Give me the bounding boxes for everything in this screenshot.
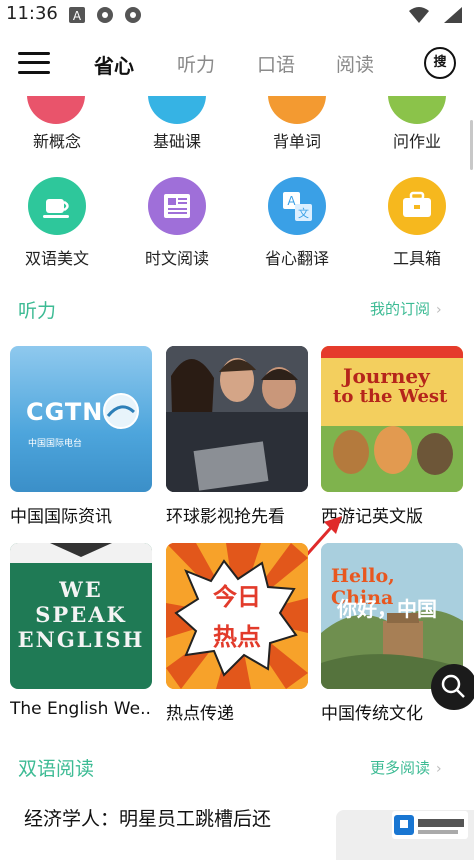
cover-line: ENGLISH <box>17 627 145 652</box>
cover-title-line1: Journey <box>343 364 430 388</box>
cover-line: 热点 <box>213 623 261 651</box>
grid-item-news-reading[interactable]: 时文阅读 <box>122 177 232 269</box>
grid-label: 省心翻译 <box>264 249 329 268</box>
my-subscriptions-link[interactable]: 我的订阅 › <box>370 298 442 319</box>
new-concept-icon <box>27 96 85 124</box>
vocabulary-icon <box>268 96 326 124</box>
translate-icon: A文 <box>268 177 326 235</box>
basic-course-icon <box>148 96 206 124</box>
tab-shengxin[interactable]: 省心 <box>94 50 134 79</box>
grid-item-basic-course[interactable]: 基础课 <box>122 128 232 152</box>
card-movies[interactable]: 环球影视抢先看 <box>166 346 308 527</box>
scrollbar[interactable] <box>470 120 473 170</box>
section-title-bilingual-reading: 双语阅读 <box>18 758 95 780</box>
my-subscriptions-label: 我的订阅 <box>370 300 431 318</box>
chevron-right-icon: › <box>436 761 442 777</box>
card-title: 中国国际资讯 <box>10 507 112 527</box>
cgtn-cover-image: CGTN 中国国际电台 <box>10 346 152 492</box>
svg-text:A: A <box>73 9 82 23</box>
toolbox-icon <box>388 177 446 235</box>
grid-label: 双语美文 <box>24 249 89 268</box>
menu-line <box>18 71 50 74</box>
tab-listening[interactable]: 听力 <box>177 50 215 77</box>
status-time: 11:36 <box>6 3 58 24</box>
cover-title-line2: to the West <box>333 386 448 407</box>
grid-item-toolbox[interactable]: 工具箱 <box>362 177 472 269</box>
card-cgtn[interactable]: CGTN 中国国际电台 中国国际资讯 <box>10 346 152 527</box>
status-bar: 11:36 A <box>0 0 474 30</box>
tab-reading[interactable]: 阅读 <box>336 50 374 77</box>
tab-speaking[interactable]: 口语 <box>257 50 295 77</box>
grid-row-top-clip <box>0 96 474 126</box>
cover-line: 今日 <box>213 583 261 611</box>
cover-title-line2: 你好，中国 <box>337 597 437 621</box>
grid-item-vocabulary[interactable]: 背单词 <box>242 128 352 152</box>
section-title-listening: 听力 <box>18 300 57 322</box>
more-reading-link[interactable]: 更多阅读 › <box>370 757 442 778</box>
card-title: 热点传递 <box>166 704 234 724</box>
notification-a-icon: A <box>68 6 86 24</box>
hot-topics-cover-image: 今日 热点 <box>166 543 308 689</box>
card-title: The English We... <box>10 699 152 719</box>
wifi-icon <box>408 6 430 28</box>
grid-label: 工具箱 <box>392 249 441 268</box>
cgtn-sub-text: 中国国际电台 <box>28 439 83 449</box>
menu-line <box>18 61 50 64</box>
card-we-speak-english[interactable]: WE SPEAK ENGLISH The English We... <box>10 543 152 719</box>
notification-globe-icon <box>96 6 114 24</box>
journey-west-cover-image: Journey to the West <box>321 346 463 492</box>
grid-item-homework[interactable]: 问作业 <box>362 128 472 152</box>
article-title[interactable]: 经济学人：明星员工跳槽后还 <box>24 804 271 831</box>
grid-label: 时文阅读 <box>144 249 209 268</box>
we-speak-english-cover-text: WE SPEAK ENGLISH <box>10 577 152 652</box>
card-journey-west[interactable]: Journey to the West 西游记英文版 <box>321 346 463 527</box>
svg-text:文: 文 <box>298 206 309 220</box>
search-button[interactable]: 搜 <box>424 47 456 79</box>
grid-item-translate[interactable]: A文 省心翻译 <box>242 177 352 269</box>
magnifier-icon <box>441 674 465 698</box>
grid-item-bilingual-prose[interactable]: 双语美文 <box>2 177 112 269</box>
coffee-cup-icon <box>28 177 86 235</box>
more-reading-label: 更多阅读 <box>370 759 431 777</box>
movie-poster-image <box>166 346 308 492</box>
homework-icon <box>388 96 446 124</box>
notification-globe-icon-2 <box>124 6 142 24</box>
cgtn-logo-text: CGTN <box>26 398 104 426</box>
hot-topics-cover-text: 今日 热点 <box>166 577 308 657</box>
newspaper-icon <box>148 177 206 235</box>
we-speak-english-cover-image: WE SPEAK ENGLISH <box>10 543 152 689</box>
battery-icon <box>442 6 464 28</box>
grid-item-new-concept[interactable]: 新概念 <box>2 128 112 152</box>
chevron-right-icon: › <box>436 302 442 318</box>
floating-search-button[interactable] <box>431 664 474 710</box>
card-hot-topics[interactable]: 今日 热点 热点传递 <box>166 543 308 724</box>
watermark-logo <box>392 811 468 839</box>
menu-line <box>18 52 50 55</box>
cover-line: SPEAK <box>35 602 127 627</box>
cover-line: WE <box>59 577 103 602</box>
menu-button[interactable] <box>18 50 50 76</box>
